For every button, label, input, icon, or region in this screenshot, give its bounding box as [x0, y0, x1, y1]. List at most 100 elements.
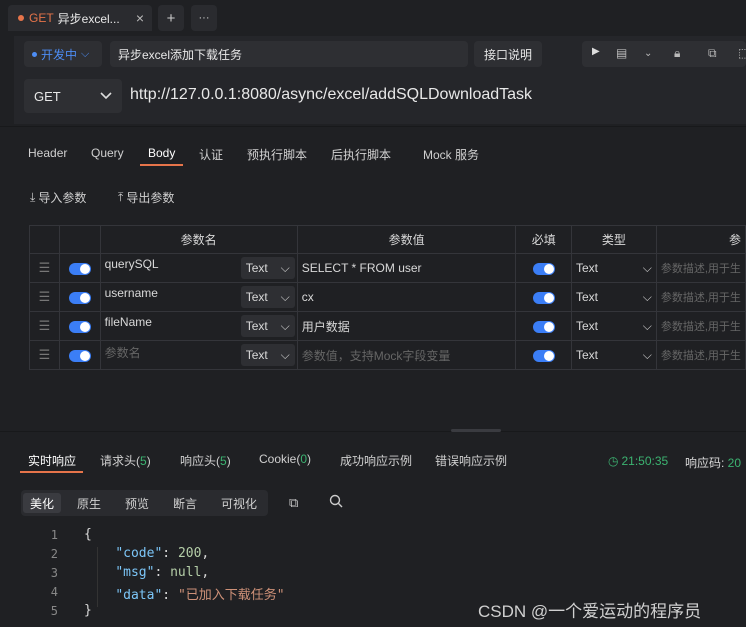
view-raw-button[interactable]: 原生	[70, 493, 108, 513]
type-select[interactable]: Text ⌵	[570, 282, 657, 312]
divider	[0, 126, 746, 127]
view-preview-button[interactable]: 预览	[118, 493, 156, 513]
add-tab-button[interactable]: +	[158, 5, 184, 31]
type-select[interactable]: Text ⌵	[570, 340, 657, 370]
param-type-select[interactable]: Text ⌵	[240, 315, 295, 337]
type-value: Text	[575, 289, 598, 304]
request-name-input[interactable]: 异步excel添加下载任务	[110, 41, 468, 67]
close-icon[interactable]: ×	[136, 10, 144, 26]
search-icon[interactable]	[329, 494, 343, 511]
lock-icon[interactable]: 🔒︎	[674, 46, 680, 61]
param-desc-cell[interactable]: 参数描述,用于生	[655, 311, 746, 341]
tab-pre-script[interactable]: 预执行脚本	[247, 146, 307, 163]
line-number: 4	[50, 585, 58, 599]
param-value-cell[interactable]: 用户数据	[296, 311, 517, 341]
enable-toggle[interactable]	[58, 253, 101, 283]
param-type-select[interactable]: Text ⌵	[240, 257, 295, 279]
view-visualize-button[interactable]: 可视化	[214, 493, 264, 513]
export-params-button[interactable]: ⤒ 导出参数	[118, 189, 174, 206]
tab-error-example[interactable]: 错误响应示例	[435, 452, 507, 469]
param-name-cell[interactable]: 参数名 Text ⌵	[99, 340, 298, 370]
enable-toggle[interactable]	[58, 311, 101, 341]
chevron-down-icon: ⌵	[81, 47, 90, 60]
tab-label-paren: )	[226, 454, 231, 468]
chevron-down-icon[interactable]: ⌄	[644, 48, 652, 59]
tab-realtime-response[interactable]: 实时响应	[28, 452, 76, 469]
tab-label: 响应头(	[180, 454, 220, 468]
param-desc-cell[interactable]: 参数描述,用于生	[655, 282, 746, 312]
param-value-cell[interactable]: SELECT * FROM user	[296, 253, 517, 283]
required-toggle[interactable]	[515, 253, 572, 283]
param-value-placeholder[interactable]: 参数值，支持Mock字段变量	[296, 340, 517, 370]
enable-toggle[interactable]	[58, 340, 101, 370]
param-name-cell[interactable]: fileName Text ⌵	[99, 311, 298, 341]
environment-select[interactable]: 开发中 ⌵	[24, 41, 102, 67]
type-value: Text	[575, 318, 598, 333]
copy-icon[interactable]: ⧉	[289, 495, 298, 511]
count-badge: 5	[220, 454, 227, 468]
run-icon[interactable]: ▶	[592, 46, 600, 57]
tab-query[interactable]: Query	[91, 146, 124, 160]
import-label: 导入参数	[38, 191, 87, 205]
copy-icon[interactable]: ⧉	[708, 46, 717, 61]
tab-auth[interactable]: 认证	[199, 146, 223, 163]
param-type-value: Text	[245, 261, 268, 275]
view-assert-button[interactable]: 断言	[166, 493, 204, 513]
share-icon[interactable]: ⬚	[738, 46, 746, 60]
param-name: username	[104, 286, 158, 300]
json-value: "已加入下载任务"	[177, 588, 285, 603]
type-select[interactable]: Text ⌵	[570, 311, 657, 341]
type-select[interactable]: Text ⌵	[570, 253, 657, 283]
method-value: GET	[34, 88, 61, 104]
table-row: ☰ querySQL Text ⌵ SELECT * FROM user Text ⌵…	[29, 253, 746, 283]
unsaved-dot-icon	[18, 15, 24, 21]
tab-response-headers[interactable]: 响应头(5)	[180, 452, 231, 469]
drag-handle-icon[interactable]: ☰	[29, 282, 60, 312]
import-params-button[interactable]: ⤓ 导入参数	[30, 189, 86, 206]
drag-handle-icon[interactable]: ☰	[29, 311, 60, 341]
request-tab[interactable]: GET 异步excel... ×	[8, 5, 152, 31]
url-input[interactable]: http://127.0.0.1:8080/async/excel/addSQL…	[130, 86, 532, 104]
table-row: ☰ username Text ⌵ cx Text ⌵ 参数描述,用于生	[29, 282, 746, 312]
drag-handle-icon[interactable]: ☰	[29, 340, 60, 370]
tab-success-example[interactable]: 成功响应示例	[340, 452, 412, 469]
download-icon: ⤓	[30, 190, 36, 204]
upload-icon: ⤒	[118, 190, 124, 204]
required-toggle[interactable]	[515, 340, 572, 370]
param-name-cell[interactable]: querySQL Text ⌵	[99, 253, 298, 283]
param-name: querySQL	[104, 257, 159, 271]
drag-handle-icon[interactable]: ☰	[29, 253, 60, 283]
tab-body[interactable]: Body	[148, 146, 175, 160]
api-doc-button[interactable]: 接口说明	[474, 41, 542, 67]
tab-header[interactable]: Header	[28, 146, 67, 160]
tab-post-script[interactable]: 后执行脚本	[331, 146, 391, 163]
code-line: "code": 200,	[115, 546, 210, 561]
view-pretty-button[interactable]: 美化	[23, 493, 62, 513]
line-number: 1	[50, 528, 58, 542]
enable-toggle[interactable]	[58, 282, 101, 312]
response-code-value: 20	[727, 456, 742, 470]
response-code: 响应码: 20	[685, 454, 741, 471]
tab-request-headers[interactable]: 请求头(5)	[100, 452, 151, 469]
param-type-select[interactable]: Text ⌵	[240, 344, 295, 366]
param-desc-cell[interactable]: 参数描述,用于生	[655, 340, 746, 370]
param-desc-cell[interactable]: 参数描述,用于生	[655, 253, 746, 283]
tab-mock[interactable]: Mock 服务	[423, 146, 479, 163]
tab-cookie[interactable]: Cookie(0)	[259, 452, 311, 466]
more-tabs-button[interactable]: ···	[191, 5, 217, 31]
required-toggle[interactable]	[515, 282, 572, 312]
param-type-select[interactable]: Text ⌵	[240, 286, 295, 308]
json-key: "data"	[115, 588, 163, 603]
chevron-down-icon: ⌵	[642, 289, 652, 304]
param-name-cell[interactable]: username Text ⌵	[99, 282, 298, 312]
resize-handle[interactable]	[451, 429, 501, 432]
code-line: }	[84, 603, 92, 618]
required-toggle[interactable]	[515, 311, 572, 341]
param-name-placeholder: 参数名	[104, 346, 141, 360]
save-icon[interactable]: ▤	[616, 46, 627, 60]
method-select[interactable]: GET	[24, 79, 122, 113]
param-value-cell[interactable]: cx	[296, 282, 517, 312]
enable-col-header	[58, 225, 101, 254]
env-dot-icon	[32, 51, 37, 57]
response-code-label: 响应码:	[685, 456, 728, 470]
